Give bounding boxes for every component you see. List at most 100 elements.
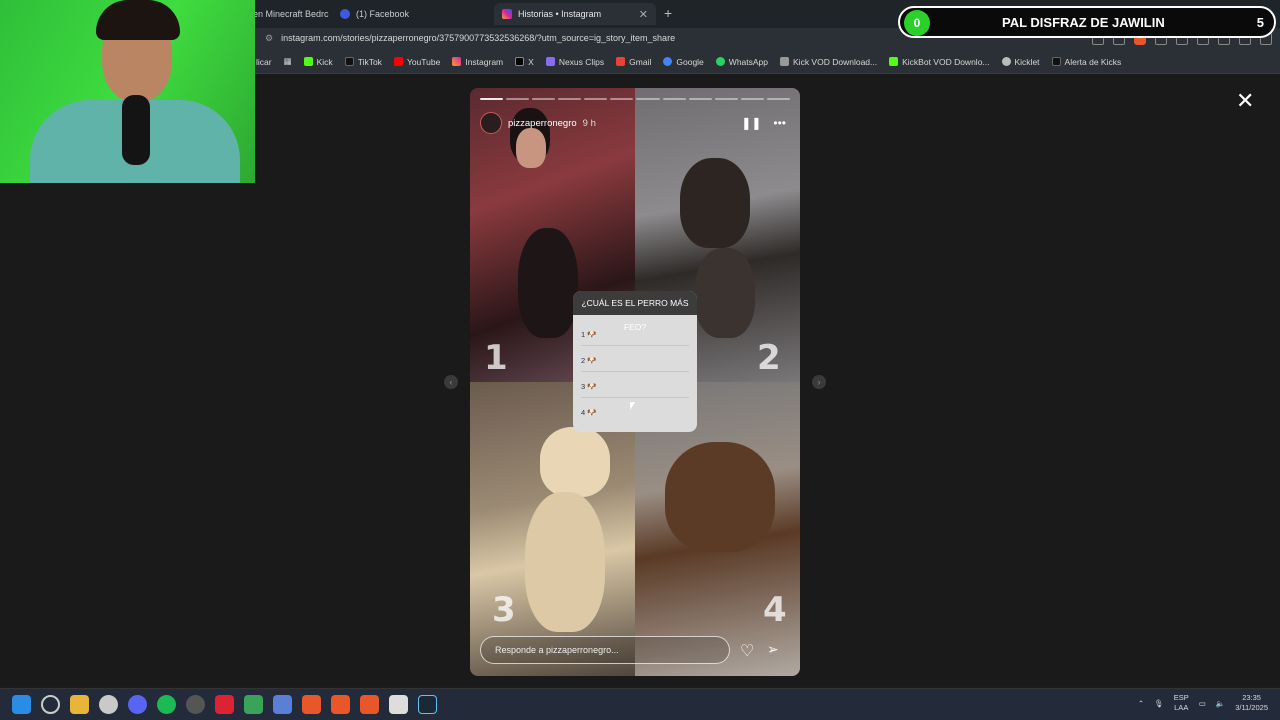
bookmark-kick-vod[interactable]: Kick VOD Download... [780,56,877,67]
nexus-clips-icon [545,57,555,66]
microphone-icon[interactable]: 🎙 [1154,699,1164,708]
bookmark-label: Alerta de Kicks [1064,56,1122,67]
chat-app-icon[interactable] [244,695,263,714]
bookmark-label: Instagram [465,56,504,67]
story-card[interactable]: 1 2 3 4 pizzaperronegro 9 h ❚❚ ••• ¿CUÁL… [470,88,800,676]
bookmark-gmail[interactable]: Gmail [616,56,651,67]
instagram-icon [502,9,512,19]
bookmark-label: Nexus Clips [558,56,605,67]
poll-question: ¿CUÁL ES EL PERRO MÁS FEO? [573,291,697,332]
close-icon[interactable]: ✕ [1236,90,1254,112]
notepad-icon[interactable] [389,695,408,714]
screen: en Minecraft Bedrc (1) Facebook Historia… [0,0,1280,720]
url-text: instagram.com/stories/pizzaperronegro/37… [281,33,676,43]
webcam-overlay [0,0,255,183]
bookmark-kick[interactable]: Kick [303,56,333,67]
progress-segment [532,98,556,100]
tab-title: (1) Facebook [356,9,410,19]
tab-instagram[interactable]: Historias • Instagram ✕ [494,3,656,25]
clock-app-icon[interactable] [99,695,118,714]
discord-icon[interactable] [128,695,147,714]
windows-start-icon[interactable] [12,695,31,714]
bookmark-label: KickBot VOD Downlo... [902,56,990,67]
progress-segment [584,98,608,100]
story-header: pizzaperronegro 9 h [480,112,596,134]
photo-number: 2 [757,338,781,378]
tab-facebook[interactable]: (1) Facebook [332,3,490,25]
bookmark-whatsapp[interactable]: WhatsApp [715,56,769,67]
app-icon[interactable] [273,695,292,714]
bookmark-google[interactable]: Google [663,56,704,67]
bookmark-tiktok[interactable]: TikTok [344,56,382,67]
like-icon[interactable]: ♡ [740,641,754,661]
next-story-button[interactable]: › [812,375,826,389]
donation-goal-overlay: 0 PAL DISFRAZ DE JAWILIN 5 [898,6,1276,38]
story-username[interactable]: pizzaperronegro [508,118,577,129]
tf-app-icon[interactable] [215,695,234,714]
windows-taskbar: ⌃ 🎙 ESP LAA ▭ 🔈 23:35 3/11/2025 [0,688,1280,720]
apps-grid-icon[interactable]: ▦ [284,56,292,67]
previous-story-button[interactable]: ‹ [444,375,458,389]
x-icon [515,57,525,66]
progress-segment [714,98,738,100]
bookmark-youtube[interactable]: YouTube [393,56,440,67]
clock[interactable]: 23:35 3/11/2025 [1235,693,1268,713]
volume-icon[interactable]: 🔈 [1216,699,1225,708]
send-icon[interactable]: ➢ [767,641,779,658]
steam-icon[interactable] [418,695,437,714]
bookmark-instagram[interactable]: Instagram [452,56,503,67]
poll-option-4[interactable]: 4 🐶 [581,402,689,424]
bookmark-label: WhatsApp [728,56,769,67]
tab-minecraft[interactable]: en Minecraft Bedrc [245,3,330,25]
avatar[interactable] [480,112,502,134]
bookmark-kicklet[interactable]: Kicklet [1001,56,1040,67]
obs-icon[interactable] [186,695,205,714]
instagram-icon [452,57,462,66]
progress-segment [766,98,790,100]
more-options-icon[interactable]: ••• [773,116,786,130]
bookmark-label: Google [676,56,704,67]
streamer-hair [96,0,180,40]
brown-dog [680,158,750,248]
bookmark-label: Kick VOD Download... [793,56,878,67]
site-info-icon[interactable]: ⚙ [265,33,273,43]
poll-option-3[interactable]: 3 🐶 [581,376,689,398]
network-icon[interactable]: ▭ [1199,699,1206,708]
brave-icon[interactable] [302,695,321,714]
pause-icon[interactable]: ❚❚ [741,116,761,130]
language-indicator[interactable]: ESP LAA [1174,693,1189,713]
close-tab-icon[interactable]: ✕ [639,8,648,21]
new-tab-button[interactable]: + [664,5,672,21]
bookmark-nexus-clips[interactable]: Nexus Clips [545,56,605,67]
youtube-icon [393,57,403,66]
tab-title: en Minecraft Bedrc [253,9,329,19]
system-tray: ⌃ 🎙 ESP LAA ▭ 🔈 23:35 3/11/2025 [1138,693,1268,713]
dog-body [695,248,755,338]
bookmark-x[interactable]: X [515,56,534,67]
microphone [122,95,150,165]
poll-option-2[interactable]: 2 🐶 [581,350,689,372]
kick-icon [303,57,313,66]
progress-segment [740,98,764,100]
url-field[interactable]: ⚙ instagram.com/stories/pizzaperronegro/3… [265,33,675,44]
chevron-up-icon[interactable]: ⌃ [1138,699,1144,708]
poll-option-1[interactable]: 1 🐶 [581,324,689,346]
bookmark-licar[interactable]: licar [256,56,272,67]
bookmark-label: Kicklet [1014,56,1040,67]
brave-icon[interactable] [331,695,350,714]
language-layout: LAA [1174,703,1189,712]
photo-number: 4 [763,590,787,630]
reply-input[interactable]: Responde a pizzaperronegro... [480,636,730,664]
facebook-icon [340,9,350,19]
language-code: ESP [1173,693,1189,702]
bookmark-alerta-kicks[interactable]: Alerta de Kicks [1051,56,1122,67]
bookmark-label: X [528,56,534,67]
bookmark-kickbot-vod[interactable]: KickBot VOD Downlo... [889,56,990,67]
tab-title: Historias • Instagram [518,9,602,19]
brave-icon[interactable] [360,695,379,714]
photo-number: 3 [492,590,516,630]
spotify-icon[interactable] [157,695,176,714]
tiktok-icon [344,57,354,66]
search-icon[interactable] [41,695,60,714]
file-explorer-icon[interactable] [70,695,89,714]
